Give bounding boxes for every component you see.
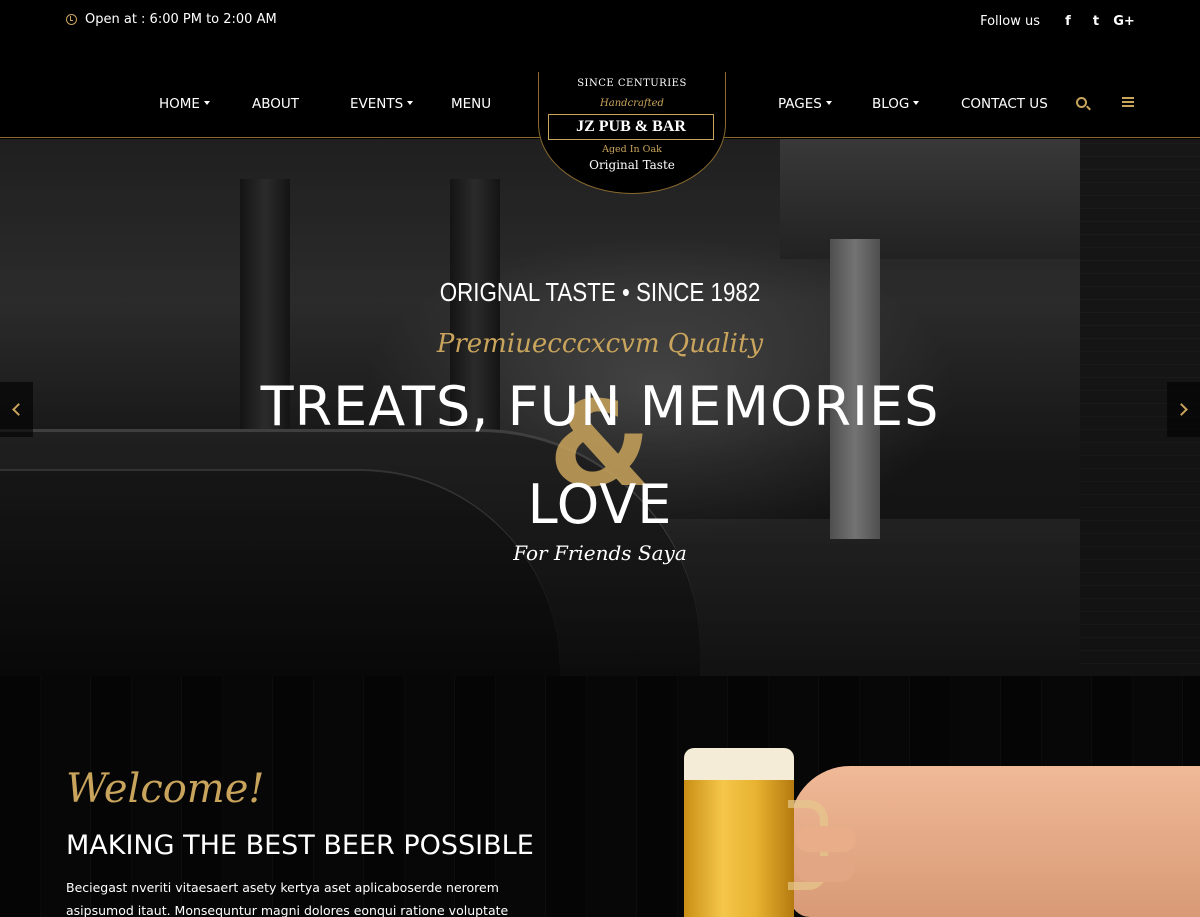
nav-events[interactable]: EVENTS	[350, 96, 414, 112]
caret-down-icon	[203, 101, 210, 105]
welcome-section: Welcome! MAKING THE BEST BEER POSSIBLE B…	[0, 676, 1200, 917]
hero-tagline: For Friends Saya	[513, 541, 687, 565]
nav-blog-label: BLOG	[872, 96, 910, 112]
beer-liquid	[684, 780, 794, 917]
caret-down-icon	[825, 101, 832, 105]
hamburger-menu-icon[interactable]	[1122, 97, 1134, 107]
hero-title-line1: TREATS, FUN MEMORIES	[260, 375, 940, 438]
beer-foam	[684, 748, 794, 782]
caret-down-icon	[407, 101, 414, 105]
follow-us-label: Follow us	[980, 14, 1040, 29]
nav-pages[interactable]: PAGES	[778, 96, 832, 112]
search-icon[interactable]	[1076, 97, 1087, 108]
site-logo[interactable]: SINCE CENTURIES Handcrafted JZ PUB & BAR…	[536, 72, 728, 194]
hero-title-line2: LOVE	[527, 473, 673, 536]
welcome-body-text: Beciegast nveriti vitaesaert asety kerty…	[66, 880, 509, 917]
caret-down-icon	[913, 101, 920, 105]
twitter-icon[interactable]: t	[1082, 14, 1110, 29]
slider-prev-arrow-icon[interactable]	[0, 382, 33, 437]
hand-finger	[796, 826, 856, 852]
google-plus-icon[interactable]: G+	[1110, 14, 1138, 29]
welcome-script-heading: Welcome!	[66, 766, 265, 812]
hero-quality: Premiuecccxcvm Quality	[436, 329, 764, 359]
hero-slider: ORIGNAL TASTE • SINCE 1982 Premiuecccxcv…	[0, 139, 1200, 676]
clock-icon	[66, 14, 77, 25]
nav-blog[interactable]: BLOG	[872, 96, 920, 112]
logo-aged-text: Aged In Oak	[602, 144, 662, 155]
opening-hours-text: Open at : 6:00 PM to 2:00 AM	[85, 12, 277, 27]
social-follow: Follow us f t G+	[980, 14, 1138, 29]
logo-name: JZ PUB & BAR	[548, 114, 714, 140]
logo-original-text: Original Taste	[589, 158, 675, 172]
logo-since-text: SINCE CENTURIES	[577, 78, 687, 89]
hero-subtitle: ORIGNAL TASTE • SINCE 1982	[439, 277, 761, 307]
hand-finger	[796, 856, 854, 882]
top-bar: Open at : 6:00 PM to 2:00 AM Follow us f…	[0, 0, 1200, 44]
nav-contact-us[interactable]: CONTACT US	[961, 96, 1048, 112]
logo-handcrafted-text: Handcrafted	[600, 98, 664, 109]
opening-hours: Open at : 6:00 PM to 2:00 AM	[66, 12, 277, 27]
welcome-heading: MAKING THE BEST BEER POSSIBLE	[66, 830, 534, 861]
beer-mug-image	[684, 740, 828, 917]
nav-home[interactable]: HOME	[159, 96, 210, 112]
nav-home-label: HOME	[159, 96, 200, 112]
slider-next-arrow-icon[interactable]	[1167, 382, 1200, 437]
nav-events-label: EVENTS	[350, 96, 404, 112]
facebook-icon[interactable]: f	[1054, 14, 1082, 29]
nav-menu[interactable]: MENU	[451, 96, 491, 112]
nav-about[interactable]: ABOUT	[252, 96, 299, 112]
nav-pages-label: PAGES	[778, 96, 822, 112]
